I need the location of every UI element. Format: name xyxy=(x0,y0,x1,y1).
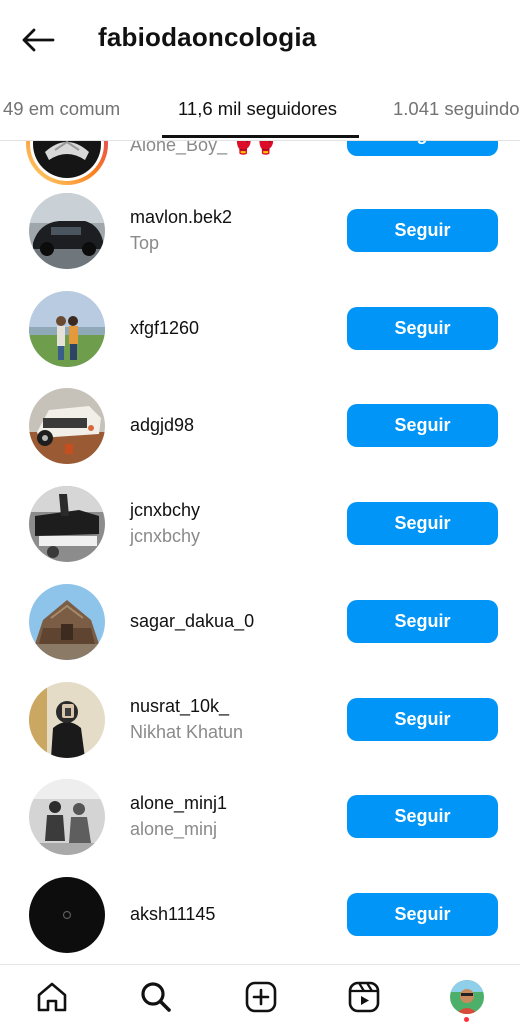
list-item[interactable]: nusrat_10k_ Nikhat Khatun Seguir xyxy=(0,671,520,769)
full-name: alone_minj xyxy=(130,819,218,839)
list-item[interactable]: aksh11145 Seguir xyxy=(0,866,520,963)
follow-button[interactable]: Seguir xyxy=(347,600,498,643)
search-icon[interactable] xyxy=(136,977,176,1017)
follow-button[interactable]: Seguir xyxy=(347,698,498,741)
tab-mutual[interactable]: 49 em comum xyxy=(3,78,120,140)
username[interactable]: nusrat_10k_ xyxy=(130,696,229,717)
avatar[interactable] xyxy=(29,877,105,953)
full-name: jcnxbchy xyxy=(130,526,201,546)
followers-list[interactable]: Alone_Boy_ 🥊🥊 Seguir mavlon.bek2 Top Seg… xyxy=(0,141,520,963)
follow-button[interactable]: Seguir xyxy=(347,404,498,447)
avatar[interactable] xyxy=(29,388,105,464)
avatar[interactable] xyxy=(29,291,105,367)
list-item[interactable]: adgjd98 Seguir xyxy=(0,377,520,475)
username[interactable]: aksh11145 xyxy=(130,904,215,925)
tab-followers[interactable]: 11,6 mil seguidores xyxy=(178,78,337,140)
list-item[interactable]: jcnxbchy jcnxbchy Seguir xyxy=(0,475,520,573)
top-bar: fabiodaoncologia xyxy=(0,0,520,78)
username[interactable]: adgjd98 xyxy=(130,415,194,436)
follow-button[interactable]: Seguir xyxy=(347,502,498,545)
avatar[interactable] xyxy=(29,779,105,855)
full-name: Top xyxy=(130,233,160,253)
avatar[interactable] xyxy=(29,193,105,269)
tab-following[interactable]: 1.041 seguindo xyxy=(393,78,520,140)
follow-button[interactable]: Seguir xyxy=(347,307,498,350)
username[interactable]: sagar_dakua_0 xyxy=(130,611,254,632)
avatar[interactable] xyxy=(29,486,105,562)
username[interactable]: jcnxbchy xyxy=(130,500,200,521)
list-item[interactable]: mavlon.bek2 Top Seguir xyxy=(0,182,520,280)
list-item[interactable]: sagar_dakua_0 Seguir xyxy=(0,573,520,671)
follow-button[interactable]: Seguir xyxy=(347,209,498,252)
list-item[interactable]: alone_minj1 alone_minj Seguir xyxy=(0,768,520,866)
username[interactable]: mavlon.bek2 xyxy=(130,207,232,228)
active-tab-indicator xyxy=(162,135,359,138)
username[interactable]: alone_minj1 xyxy=(130,793,227,814)
avatar[interactable] xyxy=(29,682,105,758)
reels-icon[interactable] xyxy=(344,977,384,1017)
profile-avatar-icon[interactable] xyxy=(447,977,487,1017)
full-name: Nikhat Khatun xyxy=(130,722,244,742)
page-title: fabiodaoncologia xyxy=(98,22,317,52)
full-name: Alone_Boy_ 🥊🥊 xyxy=(130,141,277,155)
follow-button[interactable]: Seguir xyxy=(347,893,498,936)
bottom-navigation xyxy=(0,964,520,1025)
back-arrow-icon[interactable] xyxy=(18,20,58,60)
follow-button[interactable]: Seguir xyxy=(347,795,498,838)
notification-dot xyxy=(464,1017,469,1022)
avatar[interactable] xyxy=(29,584,105,660)
tab-bar: 49 em comum 11,6 mil seguidores 1.041 se… xyxy=(0,78,520,141)
list-item[interactable]: xfgf1260 Seguir xyxy=(0,280,520,378)
home-icon[interactable] xyxy=(32,977,72,1017)
avatar[interactable] xyxy=(25,141,109,186)
create-post-icon[interactable] xyxy=(241,977,281,1017)
follow-button[interactable]: Seguir xyxy=(347,141,498,156)
username[interactable]: xfgf1260 xyxy=(130,318,199,339)
